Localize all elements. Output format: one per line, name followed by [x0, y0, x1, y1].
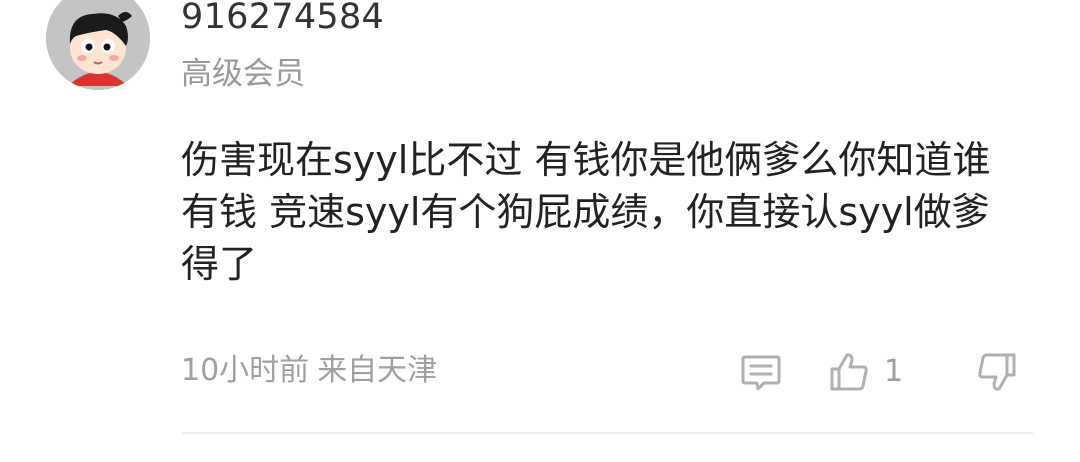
- comment-divider: [181, 432, 1033, 434]
- thumbs-up-icon: [830, 353, 868, 391]
- comment-line: 伤害现在syyl比不过 有钱你是他俩爹么你知道谁: [181, 138, 991, 182]
- cartoon-avatar-icon: [46, 0, 150, 90]
- comment-location: 来自天津: [317, 353, 438, 388]
- reply-button[interactable]: [740, 349, 782, 395]
- thumbs-down-icon: [978, 353, 1016, 391]
- comment-meta: 10小时前 来自天津: [181, 351, 437, 391]
- user-level-badge: 高级会员: [181, 56, 305, 92]
- comment-line: 有钱 竞速syyl有个狗屁成绩，你直接认syyl做爹: [181, 190, 990, 234]
- like-count: 1: [884, 354, 904, 389]
- comment-line: 得了: [181, 242, 258, 286]
- comment-time: 10小时前: [181, 353, 310, 388]
- reply-comment-icon: [741, 355, 781, 391]
- username[interactable]: 916274584: [181, 0, 384, 39]
- dislike-button[interactable]: [976, 349, 1018, 395]
- comment-body: 伤害现在syyl比不过 有钱你是他俩爹么你知道谁 有钱 竞速syyl有个狗屁成绩…: [181, 134, 1041, 290]
- avatar[interactable]: [46, 0, 150, 90]
- like-button[interactable]: 1: [828, 349, 903, 395]
